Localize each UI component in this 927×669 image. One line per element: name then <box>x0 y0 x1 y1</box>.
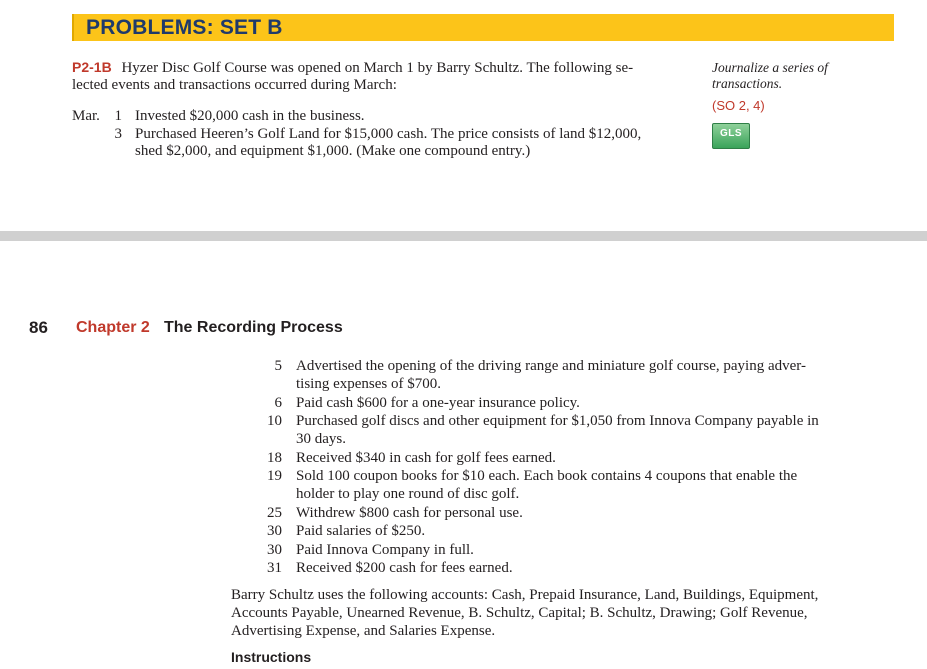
transaction-text: Purchased Heeren’s Golf Land for $15,000… <box>135 126 642 142</box>
transaction-text-continued: shed $2,000, and equipment $1,000. (Make… <box>135 143 531 159</box>
transaction-text: Received $200 cash for fees earned. <box>296 560 513 576</box>
transaction-day: 30 <box>267 523 282 539</box>
problem-intro-text-1: Hyzer Disc Golf Course was opened on Mar… <box>121 60 634 76</box>
transaction-text-continued: tising expenses of $700. <box>296 376 441 392</box>
problem-id: P2-1B <box>72 59 112 75</box>
transaction-text: Received $340 in cash for golf fees earn… <box>296 450 556 466</box>
transaction-text-continued: 30 days. <box>296 431 346 447</box>
transaction-day: 5 <box>274 358 283 374</box>
accounts-paragraph-line-1: Barry Schultz uses the following account… <box>231 587 819 603</box>
page-number: 86 <box>29 318 48 337</box>
accounts-paragraph-line-3: Advertising Expense, and Salaries Expens… <box>231 623 496 639</box>
month-label: Mar. <box>72 108 100 124</box>
transaction-text: Paid cash $600 for a one-year insurance … <box>296 395 580 411</box>
transaction-text: Sold 100 coupon books for $10 each. Each… <box>296 468 798 484</box>
transaction-text: Withdrew $800 cash for personal use. <box>296 505 523 521</box>
transaction-day: 6 <box>274 395 283 411</box>
problem-intro-line-2: lected events and transactions occurred … <box>72 77 397 93</box>
transaction-day: 1 <box>114 108 123 124</box>
page-break-divider <box>0 231 927 241</box>
transaction-day: 10 <box>267 413 282 429</box>
transaction-text-continued: holder to play one round of disc golf. <box>296 486 520 502</box>
transaction-day: 3 <box>114 126 123 142</box>
transaction-day: 25 <box>267 505 282 521</box>
transaction-text: Advertised the opening of the driving ra… <box>296 358 806 374</box>
chapter-label: Chapter 2 <box>76 319 150 336</box>
transaction-text: Invested $20,000 cash in the business. <box>135 108 365 124</box>
accounts-paragraph-line-2: Accounts Payable, Unearned Revenue, B. S… <box>231 605 808 621</box>
margin-note-line-2: transactions. <box>712 76 783 91</box>
chapter-title: The Recording Process <box>164 319 343 336</box>
general-ledger-software-icon: GLS <box>712 123 750 149</box>
transaction-day: 30 <box>267 542 282 558</box>
transaction-text: Purchased golf discs and other equipment… <box>296 413 819 429</box>
instructions-heading: Instructions <box>231 649 312 665</box>
study-objective-reference: (SO 2, 4) <box>712 98 765 113</box>
transaction-day: 19 <box>267 468 282 484</box>
transaction-day: 31 <box>267 560 282 576</box>
problem-intro-line-1: P2-1B Hyzer Disc Golf Course was opened … <box>72 59 633 77</box>
transaction-day: 18 <box>267 450 282 466</box>
section-title: PROBLEMS: SET B <box>86 16 283 39</box>
transaction-text: Paid salaries of $250. <box>296 523 426 539</box>
margin-note-line-1: Journalize a series of <box>712 60 828 75</box>
transaction-text: Paid Innova Company in full. <box>296 542 474 558</box>
